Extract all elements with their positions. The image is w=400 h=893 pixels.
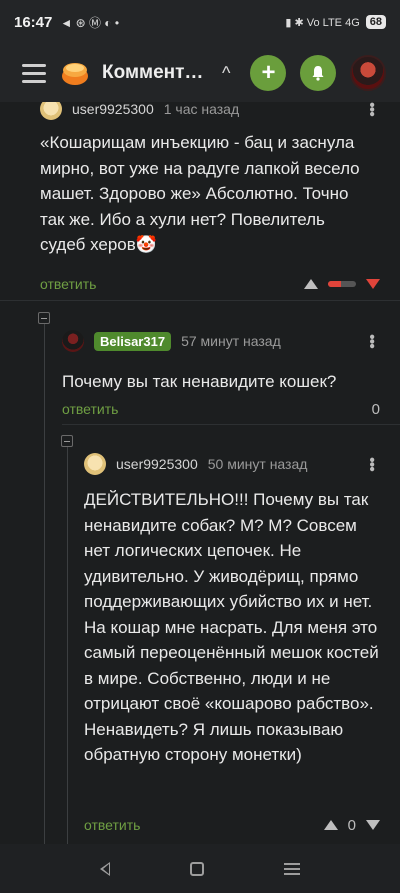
avatar[interactable] [84,453,106,475]
avatar[interactable] [62,330,84,352]
comment-text: Почему вы так ненавидите кошек? [62,372,337,391]
more-options-icon[interactable]: ••• [362,457,380,471]
comments-list: user9925300 1 час назад ••• «Кошарищам и… [0,102,400,844]
upvote-icon[interactable] [323,820,338,830]
menu-icon[interactable] [22,63,46,83]
reply-link[interactable]: ответить [84,817,140,833]
vote-controls: 0 [323,816,380,834]
comment-username[interactable]: Belisar317 [94,331,172,351]
comment: user9925300 1 час назад ••• «Кошарищам и… [40,102,380,258]
add-post-button[interactable]: + [250,55,287,91]
vote-controls [304,279,380,289]
profile-avatar[interactable] [350,55,387,91]
status-bar: 16:47 ◄ ⊛ Ⓜ ◐ • ▮ ✱ Vo LTE 4G 68 [0,0,400,44]
system-nav-bar [0,844,400,893]
comment-header: user9925300 50 минут назад ••• [84,453,380,475]
comment-username[interactable]: user9925300 [116,456,198,472]
notifications-button[interactable] [300,55,337,91]
comment: Belisar317 57 минут назад ••• Почему вы … [62,330,380,395]
comment-time: 50 минут назад [207,456,308,472]
comment-footer: ответить 0 [62,398,380,420]
more-options-icon[interactable]: ••• [362,102,380,116]
comment-username[interactable]: user9925300 [72,102,154,117]
bell-icon [312,66,324,81]
vote-controls: 0 [372,401,380,418]
comment-text: ДЕЙСТВИТЕЛЬНО!!! Почему вы так ненавидит… [84,490,379,764]
downvote-icon[interactable] [366,279,380,289]
comment-time: 1 час назад [163,102,240,117]
chevron-up-icon[interactable]: ^ [222,63,230,84]
upvote-icon[interactable] [304,279,318,289]
collapse-thread-icon[interactable] [61,435,73,447]
thread-line [67,447,68,844]
recent-apps-icon[interactable] [284,862,300,875]
comment-header: Belisar317 57 минут назад ••• [62,330,380,352]
comment-footer: ответить 0 [84,814,380,836]
divider [62,424,400,425]
more-options-icon[interactable]: ••• [362,334,380,348]
app-bar: Коммент… ^ + [0,44,400,102]
comment: user9925300 50 минут назад ••• ДЕЙСТВИТЕ… [84,453,380,768]
status-right: ▮ ✱ Vo LTE 4G 68 [285,15,386,29]
home-icon[interactable] [190,861,204,876]
comment-time: 57 минут назад [181,333,281,349]
reply-link[interactable]: ответить [62,401,118,417]
status-time: 16:47 [14,13,53,31]
pikabu-logo-icon[interactable] [60,58,90,88]
thread-line [44,324,45,844]
avatar[interactable] [40,102,62,120]
reply-link[interactable]: ответить [40,276,96,292]
status-notification-icons: ◄ ⊛ Ⓜ ◐ • [60,15,120,30]
battery-icon: 68 [365,15,386,29]
status-signal-icons: ▮ ✱ Vo LTE 4G [285,16,360,29]
comment-text: «Кошарищам инъекцию - бац и заснула мирн… [40,133,360,254]
downvote-icon[interactable] [366,820,380,830]
comment-header: user9925300 1 час назад ••• [40,102,380,120]
divider [0,300,400,301]
page-title: Коммент… [102,62,204,83]
vote-ratio-bar [328,281,356,287]
back-icon[interactable] [100,861,110,876]
vote-score: 0 [371,400,380,418]
collapse-thread-icon[interactable] [38,312,50,324]
comment-footer: ответить [40,273,380,295]
vote-score: 0 [347,816,356,834]
